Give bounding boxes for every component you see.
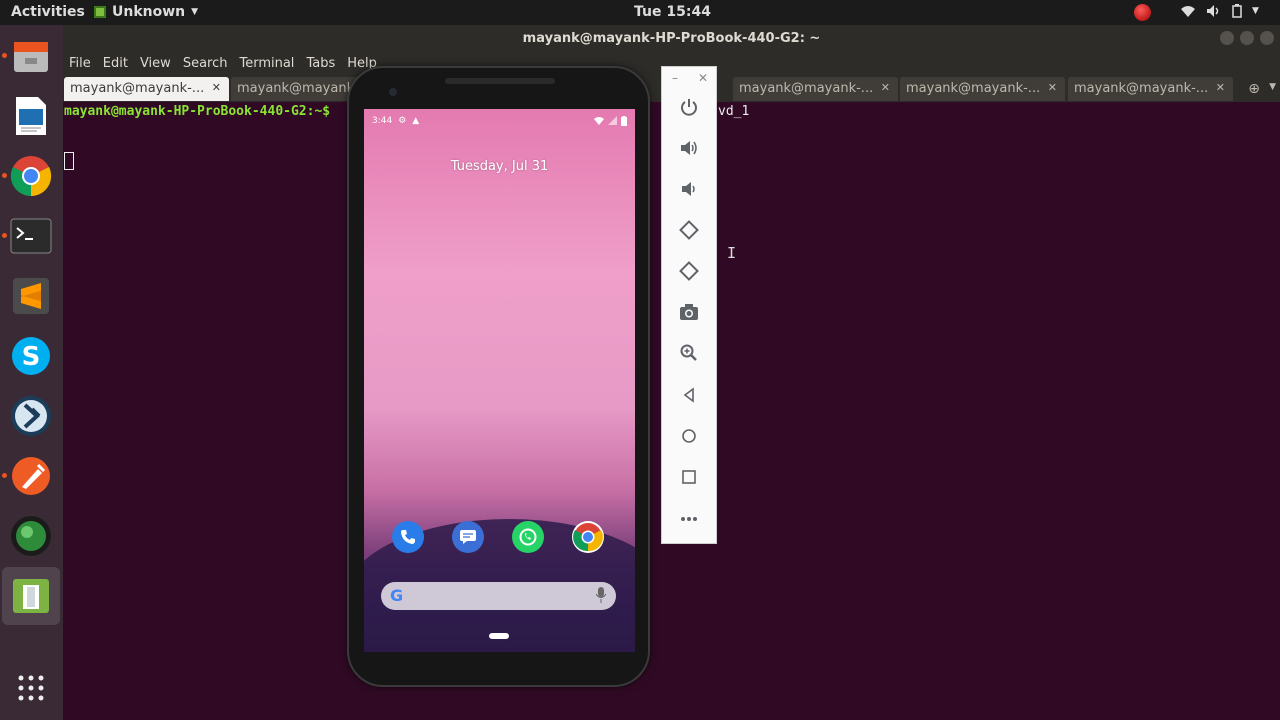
status-time: 3:44 <box>372 116 393 126</box>
android-status-bar[interactable]: 3:44 ⚙ ▲ <box>372 113 627 129</box>
new-tab-icon[interactable]: ⊕ <box>1248 81 1260 97</box>
clock[interactable]: Tue 15:44 <box>0 4 1280 20</box>
running-indicator <box>2 473 7 478</box>
close-tab-icon[interactable]: ✕ <box>1216 81 1225 94</box>
system-tray[interactable]: ▼ <box>1180 4 1259 18</box>
chrome-icon[interactable] <box>572 521 604 553</box>
signal-icon <box>608 116 617 125</box>
emulator-toolbar: – ✕ <box>661 66 717 544</box>
menu-edit[interactable]: Edit <box>97 52 134 76</box>
volume-up-icon[interactable] <box>676 135 702 161</box>
close-tab-icon[interactable]: ✕ <box>212 81 221 94</box>
terminal-tab[interactable]: mayank@mayank-... ✕ <box>733 77 898 101</box>
globe-icon[interactable] <box>8 513 54 559</box>
date-widget[interactable]: Tuesday, Jul 31 <box>364 159 635 174</box>
menu-search[interactable]: Search <box>177 52 234 76</box>
terminal-tab[interactable]: mayank@mayank-... ✕ <box>900 77 1065 101</box>
terminal-tab[interactable]: mayank@mayank-... ✕ <box>1068 77 1233 101</box>
record-indicator-icon[interactable] <box>1134 4 1151 21</box>
window-controls <box>1220 31 1274 45</box>
rotate-right-icon[interactable] <box>676 258 702 284</box>
svg-text:S: S <box>22 342 41 372</box>
device-screen[interactable]: 3:44 ⚙ ▲ Tuesday, Jul 31 G <box>364 109 635 652</box>
running-indicator <box>2 173 7 178</box>
minimize-button[interactable] <box>1220 31 1234 45</box>
ibeam-cursor-icon: I <box>727 244 737 262</box>
tab-label: mayank@mayank-... <box>739 81 874 96</box>
overview-icon[interactable] <box>676 464 702 490</box>
menu-view[interactable]: View <box>134 52 177 76</box>
system-menu-chevron-icon: ▼ <box>1252 6 1259 16</box>
menu-terminal[interactable]: Terminal <box>233 52 300 76</box>
shell-prompt: mayank@mayank-HP-ProBook-440-G2:~$ <box>64 104 331 119</box>
camera-icon[interactable] <box>676 299 702 325</box>
skype-icon[interactable]: S <box>8 333 54 379</box>
phone-icon[interactable] <box>392 521 424 553</box>
top-bar: Activities Unknown ▼ Tue 15:44 ▼ <box>0 0 1280 25</box>
volume-down-icon[interactable] <box>676 176 702 202</box>
zoom-icon[interactable] <box>676 340 702 366</box>
command-text: vd_1 <box>718 104 750 119</box>
minimize-icon[interactable]: – <box>672 71 678 85</box>
android-emulator-device: 3:44 ⚙ ▲ Tuesday, Jul 31 G <box>347 66 650 687</box>
more-icon[interactable] <box>676 506 702 532</box>
terminal-icon[interactable] <box>2 213 54 259</box>
home-gesture-pill[interactable] <box>489 633 509 639</box>
battery-icon <box>1232 4 1242 18</box>
wifi-icon <box>1181 6 1195 17</box>
home-icon[interactable] <box>676 423 702 449</box>
libreoffice-writer-icon[interactable] <box>8 93 54 139</box>
google-search-bar[interactable]: G <box>381 582 616 610</box>
home-dock <box>378 521 618 553</box>
show-apps-icon[interactable] <box>8 665 54 711</box>
chrome-icon[interactable] <box>2 153 54 199</box>
running-indicator <box>2 53 7 58</box>
running-indicator <box>2 233 7 238</box>
files-icon[interactable] <box>2 33 54 79</box>
android-studio-icon[interactable] <box>2 567 60 625</box>
wifi-icon <box>594 117 604 125</box>
maximize-button[interactable] <box>1240 31 1254 45</box>
close-icon[interactable]: ✕ <box>698 71 708 85</box>
sublime-text-icon[interactable] <box>8 273 54 319</box>
whatsapp-icon[interactable] <box>512 521 544 553</box>
battery-icon <box>621 116 627 126</box>
text-cursor <box>64 152 74 170</box>
toolbar-window-controls: – ✕ <box>662 71 718 85</box>
volume-icon <box>1207 5 1219 17</box>
front-camera <box>389 88 397 96</box>
terminal-titlebar[interactable]: mayank@mayank-HP-ProBook-440-G2: ~ <box>63 25 1280 52</box>
close-button[interactable] <box>1260 31 1274 45</box>
messages-icon[interactable] <box>452 521 484 553</box>
back-icon[interactable] <box>676 382 702 408</box>
window-title: mayank@mayank-HP-ProBook-440-G2: ~ <box>522 31 821 46</box>
kodi-icon[interactable] <box>8 393 54 439</box>
warning-icon: ▲ <box>412 116 420 126</box>
menu-tabs[interactable]: Tabs <box>300 52 341 76</box>
launcher: S <box>0 25 63 720</box>
power-icon[interactable] <box>676 94 702 120</box>
menu-file[interactable]: File <box>63 52 97 76</box>
rotate-left-icon[interactable] <box>676 217 702 243</box>
tab-menu-chevron-icon[interactable]: ▼ <box>1269 82 1276 92</box>
close-tab-icon[interactable]: ✕ <box>881 81 890 94</box>
terminal-tab[interactable]: mayank@mayank-... ✕ <box>64 77 229 101</box>
close-tab-icon[interactable]: ✕ <box>1048 81 1057 94</box>
microphone-icon[interactable] <box>596 587 606 603</box>
tab-label: mayank@mayank-... <box>1074 81 1209 96</box>
settings-icon: ⚙ <box>398 116 407 126</box>
tab-label: mayank@mayank-... <box>906 81 1041 96</box>
google-logo: G <box>390 586 404 605</box>
speaker-grille <box>445 78 555 84</box>
postman-icon[interactable] <box>2 453 54 499</box>
tab-label: mayank@mayank-... <box>70 81 205 96</box>
